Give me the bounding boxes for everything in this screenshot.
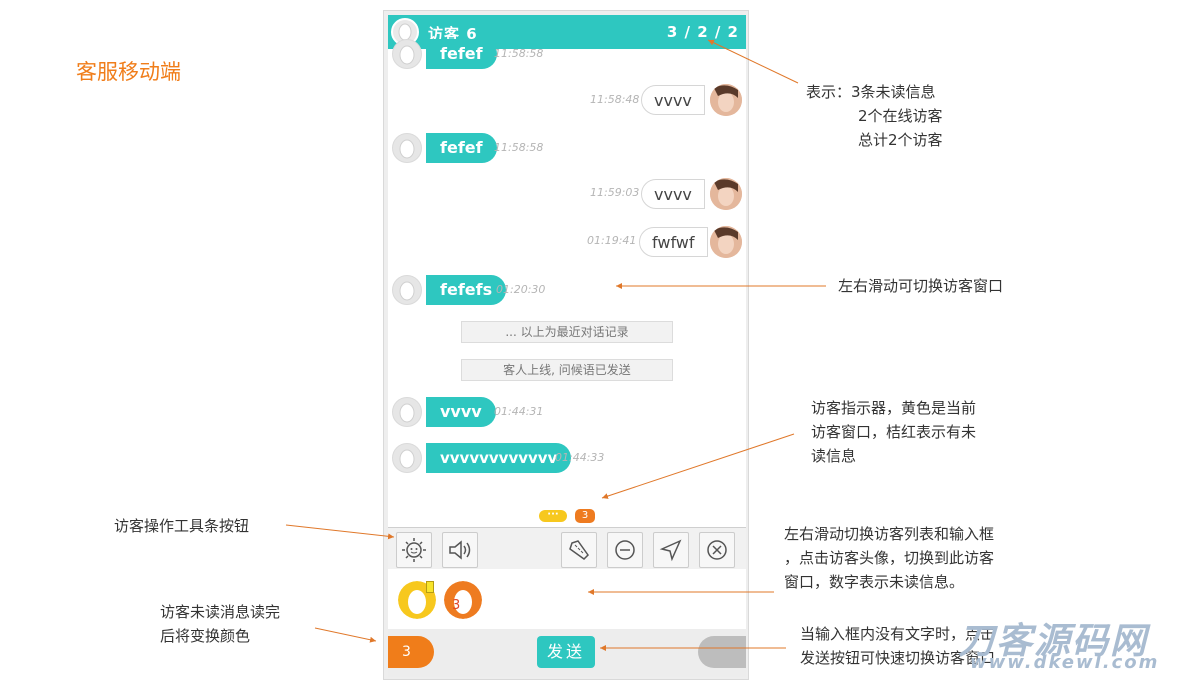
annotation-unread: 访客未读消息读完 后将变换颜色: [160, 603, 281, 645]
arrow-unread: [314, 627, 377, 643]
annotation-arrows: [285, 39, 826, 651]
arrow-counts: [707, 39, 799, 84]
annotation-toolbar: 访客操作工具条按钮: [114, 517, 250, 535]
watermark-url: www.dkewl.com: [970, 652, 1160, 673]
annotation-visitor-list: 左右滑动切换访客列表和输入框 ，点击访客头像，切换到此访客 窗口，数字表示未读信…: [784, 525, 995, 591]
annotation-counts: 表示：3条未读信息 2个在线访客 总计2个访客: [806, 83, 943, 149]
annotation-swipe: 左右滑动可切换访客窗口: [838, 277, 1004, 295]
arrow-toolbar: [285, 524, 395, 540]
annotation-indicator: 访客指示器，黄色是当前 访客窗口，桔红表示有未 读信息: [811, 399, 977, 465]
page: 客服移动端 访客 6 3 / 2 / 2 fefef 11:58:58 11:5…: [0, 0, 1200, 680]
arrow-indicator: [601, 433, 795, 499]
